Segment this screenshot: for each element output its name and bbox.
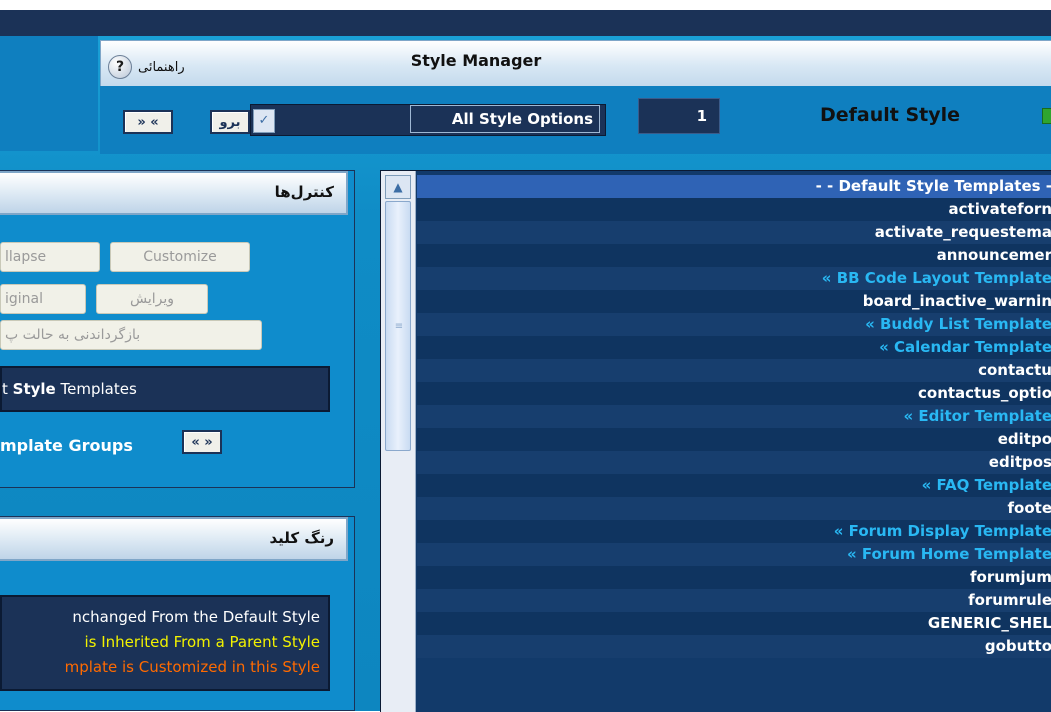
style-options-value[interactable]: All Style Options [410,105,600,133]
template-groups-toggle-button[interactable]: « » [182,430,222,454]
template-group-row[interactable]: « Buddy List Template [417,313,1051,336]
template-group-row[interactable]: « FAQ Template [417,474,1051,497]
legend-line-inherited: is Inherited From a Parent Style [84,633,320,651]
style-templates-box[interactable]: t Style Templates [0,366,330,412]
controls-panel-header: کنترل‌ها [0,171,348,215]
expand-collapse-button[interactable]: » « [123,110,173,134]
chevron-down-icon[interactable]: ✓ [253,109,275,133]
grip-icon: ≡ [394,321,404,332]
template-groups-label: mplate Groups [0,436,133,455]
page-title: Style Manager [410,51,542,70]
template-row[interactable]: editpo [417,428,1051,451]
style-name-label: Default Style [820,104,961,126]
original-button[interactable]: iginal [0,284,86,314]
selected-template-row[interactable]: - - Default Style Templates - [417,175,1051,198]
template-group-row[interactable]: « BB Code Layout Template [417,267,1051,290]
template-row[interactable]: contactu [417,359,1051,382]
template-rows: - - Default Style Templates - activatefor… [417,175,1051,658]
template-group-row[interactable]: « Calendar Template [417,336,1051,359]
template-row[interactable]: announcemer [417,244,1051,267]
scroll-thumb[interactable]: ≡ [385,201,411,451]
help-icon[interactable]: ? [108,55,132,79]
template-row[interactable]: contactus_optio [417,382,1051,405]
scrollbar[interactable]: ▲ ≡ [381,171,416,712]
help-label[interactable]: راهنمائی [138,60,185,75]
style-templates-prefix: t [2,380,13,398]
legend-line-customized: mplate is Customized in this Style [64,658,320,676]
template-row[interactable]: foote [417,497,1051,520]
style-templates-suffix: Templates [55,380,137,398]
style-manager-header: Style Manager [100,40,1051,87]
template-row[interactable]: activateforn [417,198,1051,221]
collapse-button[interactable]: llapse [0,242,100,272]
color-key-header: رنگ کلید [0,517,348,561]
style-templates-bold: Style [12,380,56,398]
template-row[interactable]: forumrule [417,589,1051,612]
left-strip [0,36,98,151]
template-row[interactable]: board_inactive_warnin [417,290,1051,313]
color-key-legend: nchanged From the Default Style is Inher… [0,595,330,691]
template-group-row[interactable]: « Forum Home Template [417,543,1051,566]
page-number-field[interactable]: 1 [638,98,720,134]
template-row[interactable]: editpos [417,451,1051,474]
controls-heading: کنترل‌ها [274,183,334,201]
template-group-row[interactable]: « Forum Display Template [417,520,1051,543]
template-group-row[interactable]: « Editor Template [417,405,1051,428]
template-row[interactable]: gobutto [417,635,1051,658]
customize-button[interactable]: Customize [110,242,250,272]
style-checkbox[interactable] [1042,108,1051,124]
revert-button[interactable]: بازگرداندنی به حالت پ [0,320,262,350]
legend-line-default: nchanged From the Default Style [72,608,320,626]
color-key-heading: رنگ کلید [269,529,334,547]
template-row[interactable]: GENERIC_SHEL [417,612,1051,635]
go-button[interactable]: برو [210,110,250,134]
top-navy-bar [0,10,1051,36]
help-link[interactable]: ? راهنمائی [108,55,185,79]
edit-button[interactable]: ویرایش [96,284,208,314]
template-row[interactable]: activate_requestema [417,221,1051,244]
scroll-up-icon[interactable]: ▲ [385,175,411,199]
template-row[interactable]: forumjum [417,566,1051,589]
template-list[interactable]: ▲ ≡ - - Default Style Templates - activat… [380,170,1051,712]
